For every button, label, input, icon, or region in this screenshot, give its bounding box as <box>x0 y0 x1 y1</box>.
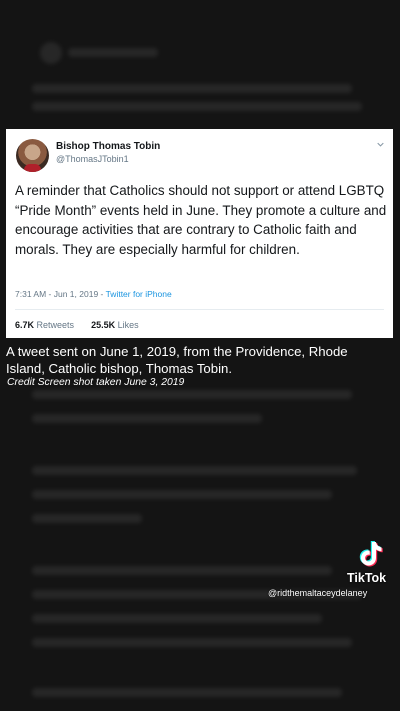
video-caption: A tweet sent on June 1, 2019, from the P… <box>6 344 348 376</box>
tweet-source-link[interactable]: Twitter for iPhone <box>106 289 172 299</box>
retweets-label[interactable]: Retweets <box>37 320 75 330</box>
author-handle[interactable]: @ThomasJTobin1 <box>56 154 129 164</box>
likes-count[interactable]: 25.5K <box>91 320 115 330</box>
creator-username[interactable]: @ridthemaltaceydelaney <box>268 588 367 598</box>
tweet-text: A reminder that Catholics should not sup… <box>15 183 387 257</box>
tiktok-logo-icon <box>359 541 383 567</box>
likes-label[interactable]: Likes <box>118 320 139 330</box>
tweet-card: Bishop Thomas Tobin @ThomasJTobin1 A rem… <box>6 129 393 338</box>
divider <box>15 309 384 310</box>
tweet-meta: 7:31 AM - Jun 1, 2019 - Twitter for iPho… <box>15 289 172 299</box>
author-name[interactable]: Bishop Thomas Tobin <box>56 141 160 152</box>
tweet-timestamp: 7:31 AM - Jun 1, 2019 - <box>15 289 106 299</box>
tiktok-brand-label: TikTok <box>347 571 387 585</box>
retweets-count[interactable]: 6.7K <box>15 320 34 330</box>
author-avatar[interactable] <box>16 139 49 172</box>
chevron-down-icon[interactable] <box>377 141 384 148</box>
tweet-stats: 6.7K Retweets 25.5K Likes <box>15 320 139 330</box>
credit-text: Credit Screen shot taken June 3, 2019 <box>7 377 185 388</box>
